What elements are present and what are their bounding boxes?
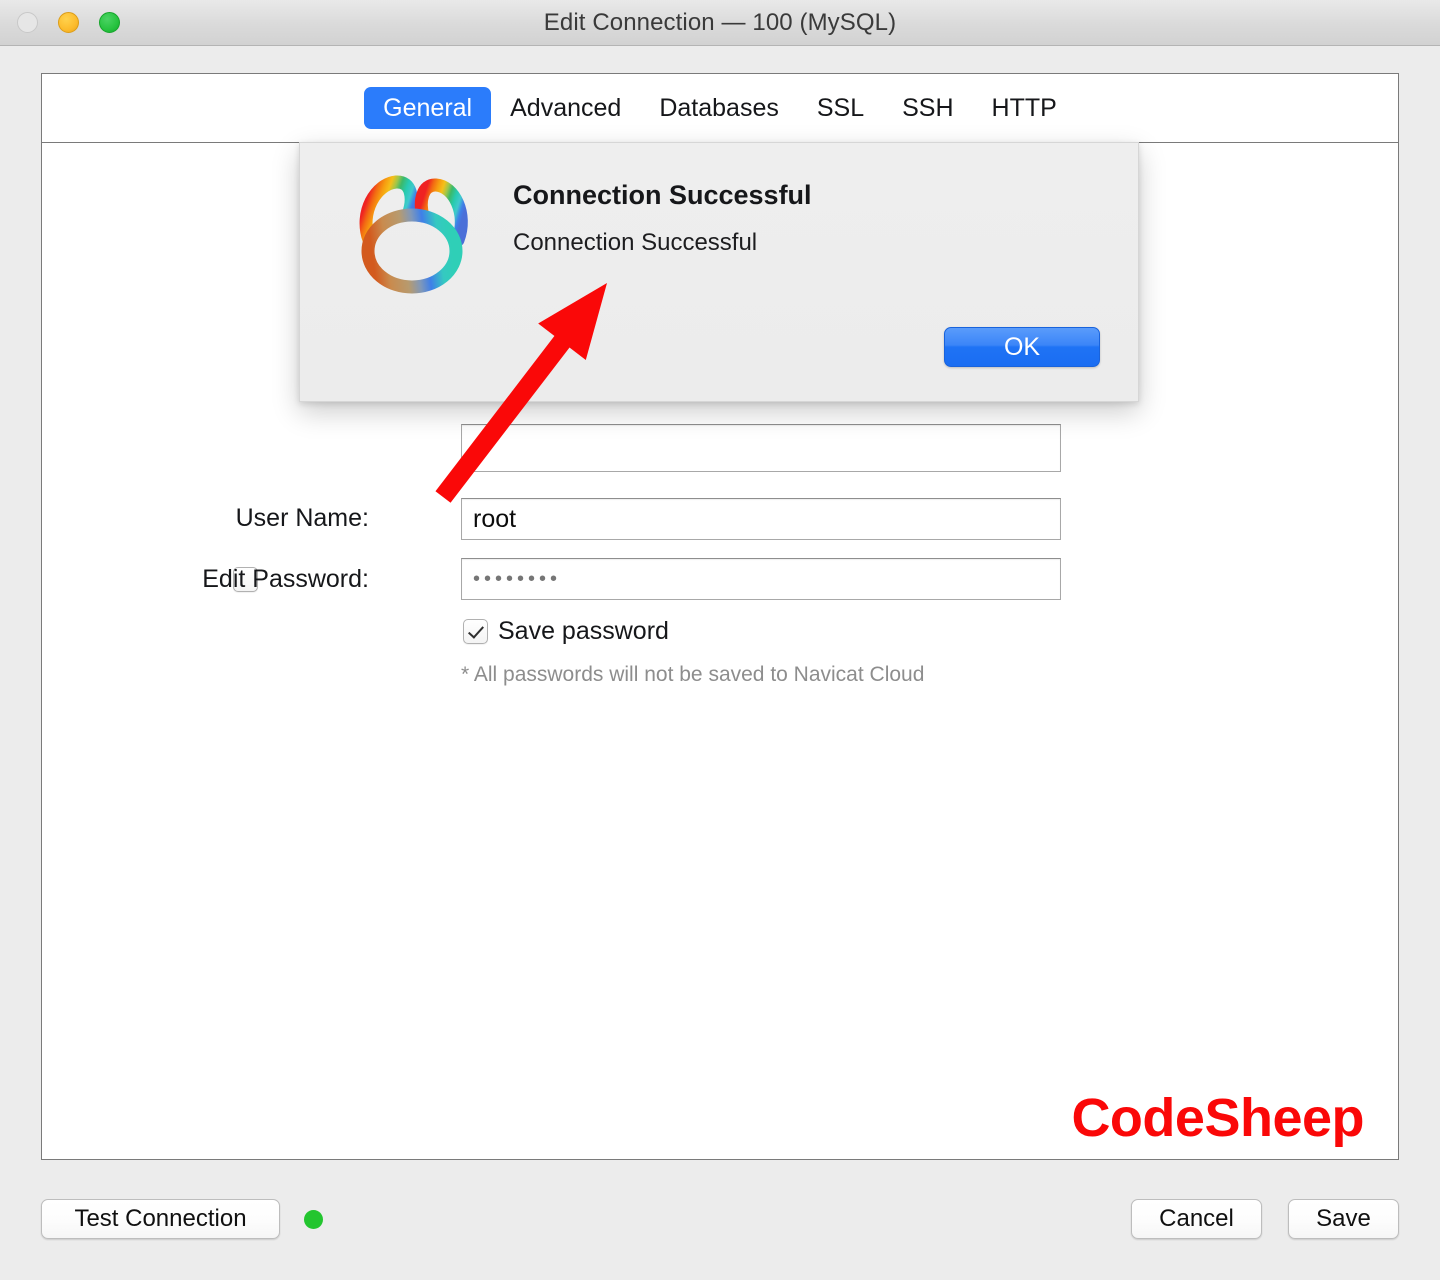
connection-successful-dialog: Connection Successful Connection Success… xyxy=(299,142,1139,402)
edit-connection-window: Edit Connection — 100 (MySQL) General Ad… xyxy=(0,0,1440,1280)
test-connection-button[interactable]: Test Connection xyxy=(41,1199,280,1239)
user-name-label: User Name: xyxy=(235,504,369,532)
cancel-button[interactable]: Cancel xyxy=(1131,1199,1262,1239)
window-titlebar: Edit Connection — 100 (MySQL) xyxy=(0,0,1440,46)
tab-bar: General Advanced Databases SSL SSH HTTP xyxy=(42,74,1398,143)
dialog-message: Connection Successful xyxy=(513,229,758,256)
user-name-input[interactable]: root xyxy=(461,498,1061,540)
dialog-ok-button[interactable]: OK xyxy=(944,327,1100,367)
password-input[interactable]: •••••••• xyxy=(461,558,1061,600)
tab-http[interactable]: HTTP xyxy=(973,87,1076,129)
navicat-cloud-note: * All passwords will not be saved to Nav… xyxy=(461,663,925,686)
save-password-label: Save password xyxy=(498,617,669,645)
codesheep-watermark: CodeSheep xyxy=(1071,1088,1364,1148)
navicat-logo-icon xyxy=(346,166,478,298)
connection-name-input[interactable] xyxy=(461,424,1061,472)
connection-status-dot xyxy=(304,1210,323,1229)
password-masked-value: •••••••• xyxy=(473,568,562,590)
tab-ssl[interactable]: SSL xyxy=(798,87,883,129)
tab-general[interactable]: General xyxy=(364,86,492,130)
dialog-title: Connection Successful xyxy=(513,180,812,210)
edit-password-label: Edit Password: xyxy=(202,565,369,593)
tab-ssh[interactable]: SSH xyxy=(883,87,972,129)
tab-advanced[interactable]: Advanced xyxy=(491,87,640,129)
window-title: Edit Connection — 100 (MySQL) xyxy=(543,9,897,36)
save-password-checkbox[interactable] xyxy=(463,619,488,644)
save-button[interactable]: Save xyxy=(1288,1199,1399,1239)
tab-databases[interactable]: Databases xyxy=(640,87,798,129)
